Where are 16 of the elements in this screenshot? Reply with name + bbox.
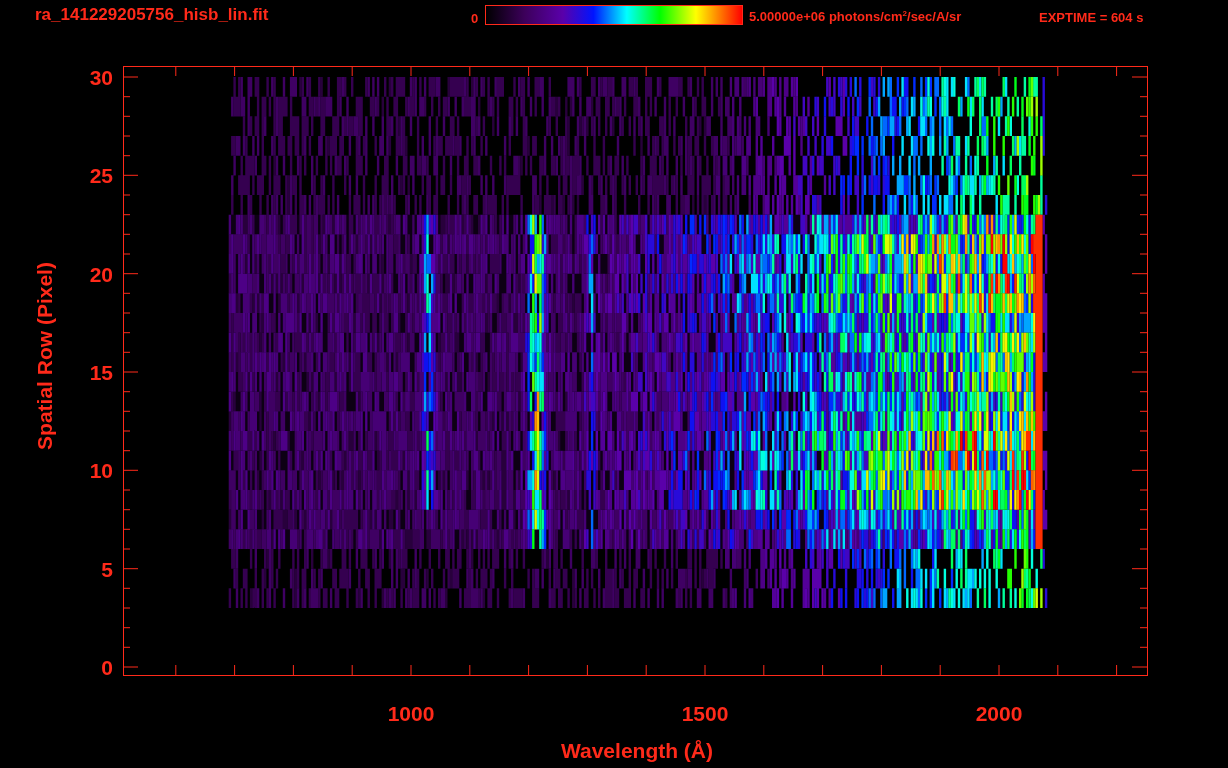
y-tick-label: 30	[89, 66, 113, 89]
y-tick-label: 5	[101, 557, 113, 581]
y-tick-label: 10	[89, 459, 113, 483]
file-name-title: ra_141229205756_hisb_lin.fit	[35, 5, 270, 25]
y-tick-label: 15	[89, 361, 113, 384]
colorbar-max-label: 5.00000e+06 photons/cm$^{2}$/sec/A/sr	[749, 8, 963, 25]
y-tick-label: 20	[89, 262, 113, 286]
x-tick-label: 2000	[975, 702, 1023, 725]
y-tick-label: 0	[101, 656, 113, 679]
y-axis-title: Spatial Row (Pixel)	[33, 262, 56, 450]
y-tick-label: 25	[89, 164, 113, 188]
x-tick-label: 1500	[681, 702, 729, 725]
exposure-time-label: EXPTIME = 604 s	[1039, 8, 1145, 25]
x-axis-title: Wavelength (Å)	[560, 739, 714, 762]
x-tick-label: 1000	[387, 702, 435, 725]
colorbar-min-label: 0	[471, 9, 480, 26]
